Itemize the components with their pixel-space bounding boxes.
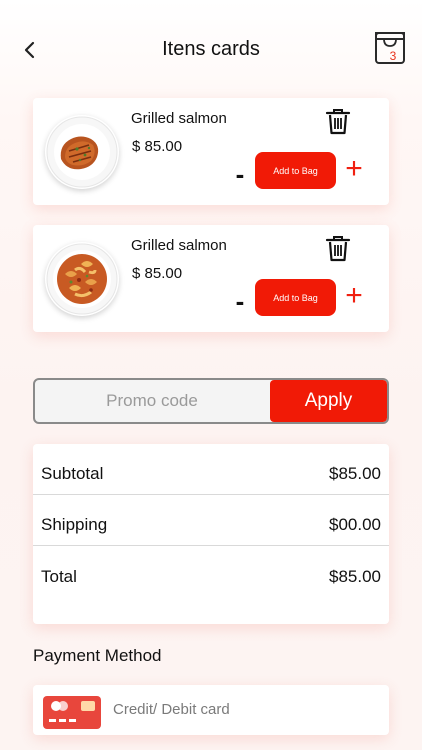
decrease-quantity-button[interactable]: - xyxy=(232,288,248,314)
delete-item-button[interactable] xyxy=(325,107,351,135)
subtotal-value: $85.00 xyxy=(329,464,381,483)
trash-icon xyxy=(325,236,351,262)
total-value: $85.00 xyxy=(329,567,381,586)
order-summary-card: Subtotal $85.00 Shipping $00.00 Total $8… xyxy=(33,444,389,624)
item-price: $ 85.00 xyxy=(132,265,183,282)
item-price: $ 85.00 xyxy=(132,138,183,155)
pasta-image xyxy=(45,242,119,316)
shopping-bag-button[interactable]: 3 xyxy=(372,28,408,68)
shipping-row: Shipping $00.00 xyxy=(33,495,389,545)
item-name: Grilled salmon xyxy=(131,237,227,254)
promo-code-box: Apply xyxy=(33,378,389,424)
shipping-value: $00.00 xyxy=(329,515,381,534)
add-to-bag-button[interactable]: Add to Bag xyxy=(255,152,336,189)
credit-card-icon xyxy=(43,696,101,729)
grilled-salmon-image xyxy=(45,115,119,189)
item-name: Grilled salmon xyxy=(131,110,227,127)
cart-item-card: Grilled salmon $ 85.00 - Add to Bag + xyxy=(33,225,389,332)
total-label: Total xyxy=(41,567,77,586)
payment-method-label: Credit/ Debit card xyxy=(113,701,230,718)
status-bar xyxy=(0,0,422,18)
delete-item-button[interactable] xyxy=(325,234,351,262)
decrease-quantity-button[interactable]: - xyxy=(232,161,248,187)
add-to-bag-button[interactable]: Add to Bag xyxy=(255,279,336,316)
payment-method-option[interactable]: Credit/ Debit card xyxy=(33,685,389,735)
cart-item-card: Grilled salmon $ 85.00 - Add to Bag + xyxy=(33,98,389,205)
payment-method-heading: Payment Method xyxy=(33,646,162,665)
subtotal-row: Subtotal $85.00 xyxy=(33,444,389,494)
trash-icon xyxy=(325,109,351,135)
bag-count-badge: 3 xyxy=(389,49,397,63)
apply-promo-button[interactable]: Apply xyxy=(270,380,387,422)
divider xyxy=(33,545,389,546)
header: Itens cards 3 xyxy=(0,18,422,84)
total-row: Total $85.00 xyxy=(33,547,389,597)
shipping-label: Shipping xyxy=(41,515,108,534)
subtotal-label: Subtotal xyxy=(41,464,104,483)
page-title: Itens cards xyxy=(162,38,260,60)
increase-quantity-button[interactable]: + xyxy=(343,281,365,311)
increase-quantity-button[interactable]: + xyxy=(343,154,365,184)
promo-code-input[interactable] xyxy=(35,380,269,422)
